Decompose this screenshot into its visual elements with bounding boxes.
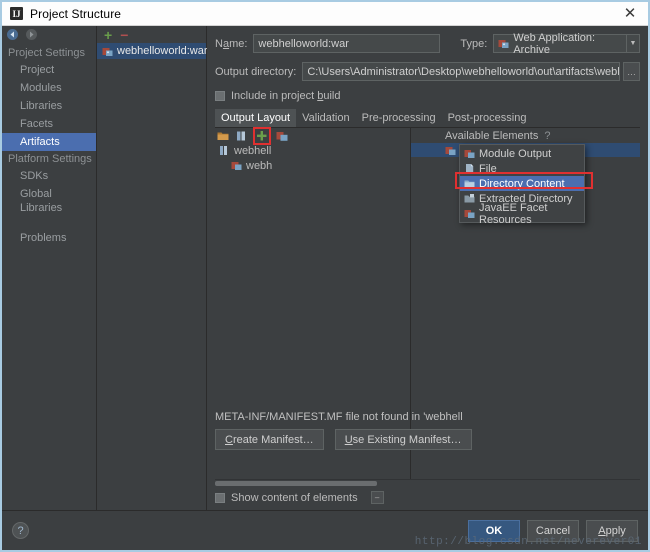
tree-row[interactable]: webh (215, 158, 410, 173)
javaee-facet-icon (464, 208, 475, 219)
layout-bottom-strip: Show content of elements ‒ (215, 479, 640, 510)
sidebar-item-global-libraries[interactable]: Global Libraries (2, 185, 96, 217)
type-select[interactable]: Web Application: Archive ▼ (493, 31, 640, 56)
dialog-body: Project Settings Project Modules Librari… (2, 26, 648, 510)
sidebar-item-project[interactable]: Project (2, 61, 96, 79)
create-directory-icon[interactable] (217, 130, 229, 142)
artifacts-toolbar: + − (97, 26, 206, 43)
sidebar-item-sdks[interactable]: SDKs (2, 167, 96, 185)
artifacts-list-panel: + − webhelloworld:war (97, 26, 208, 510)
output-tree-toolbar (215, 127, 410, 145)
window-title: Project Structure (30, 6, 122, 21)
file-icon (464, 163, 475, 174)
title-bar: IJ Project Structure ✕ (2, 2, 648, 26)
sidebar-item-modules[interactable]: Modules (2, 79, 96, 97)
menu-item-label: Directory Content (479, 177, 565, 190)
tab-validation[interactable]: Validation (296, 109, 356, 127)
extracted-directory-icon (464, 193, 475, 204)
tab-pre-processing[interactable]: Pre-processing (356, 109, 442, 127)
tree-row-label: webh (246, 159, 273, 172)
module-output-icon (464, 148, 475, 159)
sidebar-nav-arrows (2, 26, 96, 43)
output-directory-input[interactable]: C:\Users\Administrator\Desktop\webhellow… (302, 62, 620, 81)
menu-item-label: File (479, 162, 497, 175)
tab-post-processing[interactable]: Post-processing (442, 109, 533, 127)
web-archive-icon (498, 38, 509, 49)
manifest-message: META-INF/MANIFEST.MF file not found in '… (215, 411, 463, 423)
tab-output-layout[interactable]: Output Layout (215, 109, 297, 127)
menu-item-label: JavaEE Facet Resources (479, 201, 548, 226)
watermark-text: http://blog.csdn.net/neverever01 (414, 536, 642, 548)
sidebar-list: Project Settings Project Modules Librari… (2, 43, 96, 247)
name-row: Name: webhelloworld:war Type: Web Applic… (215, 31, 640, 56)
tree-row-label: webhell (234, 144, 272, 157)
menu-item-module-output[interactable]: Module Output (460, 146, 584, 161)
type-value: Web Application: Archive (513, 31, 596, 56)
help-icon[interactable]: ? (544, 130, 550, 142)
sidebar-item-facets[interactable]: Facets (2, 115, 96, 133)
menu-item-javaee-facet-resources[interactable]: JavaEE Facet Resources (460, 202, 584, 226)
sidebar-group-project-settings: Project Settings (8, 47, 86, 59)
artifacts-list: webhelloworld:war (97, 43, 208, 510)
collapse-all-button[interactable]: ‒ (370, 491, 384, 504)
sidebar-item-libraries[interactable]: Libraries (2, 97, 96, 115)
menu-item-directory-content[interactable]: Directory Content (460, 176, 584, 191)
type-label: Type: (460, 37, 488, 50)
show-content-row: Show content of elements ‒ (215, 491, 640, 504)
war-artifact-icon (231, 160, 242, 171)
back-arrow-icon[interactable] (6, 28, 19, 41)
project-structure-dialog: IJ Project Structure ✕ Project Settings … (0, 0, 650, 552)
sidebar-item-problems[interactable]: Problems (2, 229, 96, 247)
archive-icon (219, 145, 230, 156)
show-content-checkbox[interactable] (215, 492, 225, 503)
war-artifact-icon (102, 46, 113, 57)
include-in-build-row: Include in project build (215, 90, 640, 102)
sidebar-group-platform-settings: Platform Settings (8, 153, 92, 165)
add-artifact-button[interactable]: + (104, 28, 112, 42)
output-tree: webhell webh (215, 143, 410, 173)
name-label: Name: (215, 37, 248, 50)
settings-sidebar: Project Settings Project Modules Librari… (2, 26, 97, 510)
detail-tabs: Output Layout Validation Pre-processing … (215, 109, 640, 128)
output-directory-row: Output directory: C:\Users\Administrator… (215, 62, 640, 81)
intellij-logo-icon: IJ (10, 7, 23, 20)
forward-arrow-icon[interactable] (25, 28, 38, 41)
output-directory-label: Output directory: (215, 65, 297, 78)
sidebar-item-artifacts[interactable]: Artifacts (2, 133, 96, 151)
menu-item-label: Module Output (479, 147, 552, 160)
add-element-icon (256, 130, 268, 142)
browse-button[interactable]: … (623, 62, 640, 81)
list-item[interactable]: webhelloworld:war (97, 43, 208, 59)
create-manifest-button[interactable]: Create Manifest… (215, 429, 324, 450)
include-in-build-checkbox[interactable] (215, 91, 225, 101)
add-element-button[interactable] (253, 127, 271, 145)
close-icon[interactable]: ✕ (620, 6, 640, 21)
name-input[interactable]: webhelloworld:war (253, 34, 441, 53)
menu-item-file[interactable]: File (460, 161, 584, 176)
include-in-build-label: Include in project build (231, 90, 341, 102)
remove-artifact-button[interactable]: − (120, 28, 128, 42)
available-elements-header: Available Elements ? (411, 128, 640, 143)
use-existing-manifest-button[interactable]: Use Existing Manifest… (334, 429, 472, 450)
horizontal-scrollbar[interactable] (215, 479, 640, 486)
artifact-detail-pane: Name: webhelloworld:war Type: Web Applic… (207, 26, 648, 510)
manifest-buttons: Create Manifest… Use Existing Manifest… (215, 429, 640, 450)
help-button[interactable]: ? (12, 522, 29, 539)
manifest-block: META-INF/MANIFEST.MF file not found in '… (215, 411, 640, 450)
scrollbar-thumb[interactable] (215, 481, 377, 486)
chevron-down-icon[interactable]: ▼ (625, 35, 639, 52)
artifact-label: webhelloworld:war (117, 45, 208, 57)
add-element-popup-menu: Module Output File Directory Content Ext… (459, 144, 585, 226)
directory-icon (464, 178, 475, 189)
tree-row[interactable]: webhell (215, 143, 410, 158)
module-icon (445, 145, 456, 156)
available-elements-label: Available Elements (445, 129, 539, 142)
module-output-icon[interactable] (276, 130, 288, 142)
show-content-label: Show content of elements (231, 491, 358, 504)
create-archive-icon[interactable] (236, 130, 248, 142)
